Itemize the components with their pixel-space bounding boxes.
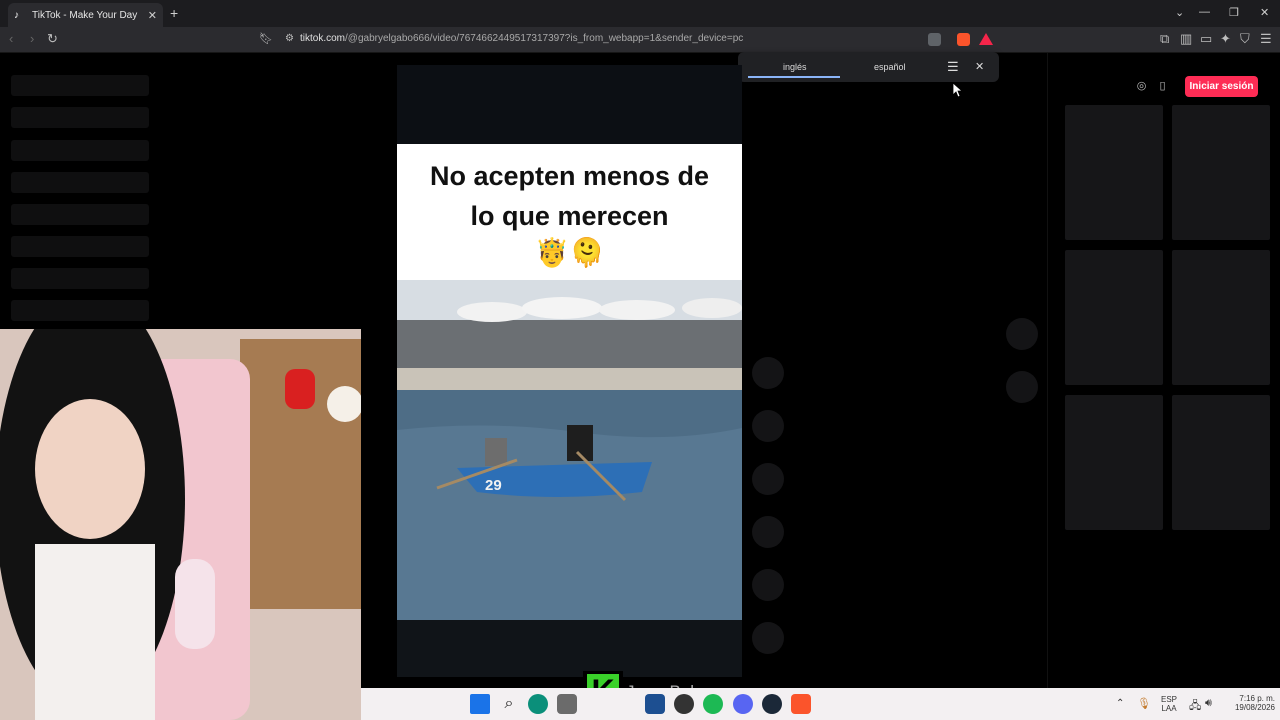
- language-indicator[interactable]: ESP LAA: [1161, 695, 1177, 713]
- video-frame: 29: [397, 280, 742, 677]
- caption-emoji: 🤴🫠: [534, 237, 605, 268]
- close-window-button[interactable]: ✕: [1260, 6, 1269, 19]
- site-info-icon[interactable]: ⚙: [285, 32, 294, 46]
- wallet-icon[interactable]: ▭: [1200, 32, 1212, 46]
- video-caption: No acepten menos de lo que merecen: [397, 156, 742, 236]
- action-placeholder: [752, 463, 784, 495]
- minimize-button[interactable]: —: [1199, 6, 1210, 18]
- back-icon[interactable]: ‹: [9, 32, 13, 46]
- brave-rewards-icon[interactable]: [979, 33, 993, 45]
- network-icon[interactable]: 🖧︎: [1189, 697, 1201, 716]
- browser-tab[interactable]: ♪ TikTok - Make Your Day ✕: [8, 3, 163, 27]
- nav-skeleton: [11, 75, 149, 96]
- bookmark-icon[interactable]: 🔖︎: [259, 32, 273, 46]
- menu-icon[interactable]: ☰: [1260, 32, 1272, 46]
- new-tab-button[interactable]: +: [170, 5, 178, 21]
- video-player[interactable]: No acepten menos de lo que merecen 🤴🫠 29: [397, 65, 742, 677]
- source-language-tab[interactable]: inglés: [783, 62, 807, 72]
- brave-shields-icon[interactable]: [957, 33, 970, 46]
- steam-icon[interactable]: [762, 694, 782, 714]
- url-host: tiktok.com: [300, 33, 346, 44]
- windows-taskbar: ⌕ ⌃ 🎙︎ ESP LAA 🖧︎ 🔊︎ 7:16 p. m. 19/08/20…: [361, 688, 1280, 720]
- app-icon[interactable]: [557, 694, 577, 714]
- caption-line: lo que merecen: [470, 201, 669, 231]
- reload-icon[interactable]: ↻: [47, 32, 58, 46]
- action-placeholder: [752, 410, 784, 442]
- tab-title: TikTok - Make Your Day: [32, 9, 138, 21]
- clock[interactable]: 7:16 p. m. 19/08/2026: [1223, 694, 1275, 712]
- tab-search-chevron-icon[interactable]: ⌄: [1175, 6, 1184, 19]
- action-placeholder: [752, 569, 784, 601]
- thumbnail-placeholder: [1065, 395, 1163, 530]
- compass-icon[interactable]: ◎: [1134, 79, 1149, 94]
- thumbnail-placeholder: [1172, 105, 1270, 240]
- video-caption-box: No acepten menos de lo que merecen 🤴🫠: [397, 144, 742, 280]
- language-layout: LAA: [1161, 704, 1177, 713]
- search-icon[interactable]: ⌕: [499, 694, 519, 714]
- tray-chevron-icon[interactable]: ⌃: [1116, 698, 1124, 709]
- login-button[interactable]: Iniciar sesión: [1185, 76, 1258, 97]
- webcam-overlay: [0, 329, 361, 720]
- nav-skeleton: [11, 140, 149, 161]
- brave-icon[interactable]: [791, 694, 811, 714]
- active-tab-underline: [748, 76, 840, 78]
- vpn-icon[interactable]: ⛉: [1240, 32, 1250, 46]
- nav-skeleton: [11, 204, 149, 225]
- mouse-cursor-icon: [953, 83, 963, 98]
- nav-skeleton: [11, 107, 149, 128]
- close-translate-icon[interactable]: ✕: [975, 60, 984, 73]
- nav-skeleton: [11, 172, 149, 193]
- clock-time: 7:16 p. m.: [1239, 694, 1275, 703]
- nav-skeleton: [11, 236, 149, 257]
- clock-date: 19/08/2026: [1234, 703, 1275, 712]
- obs-icon[interactable]: [674, 694, 694, 714]
- boat-number: 29: [485, 477, 502, 494]
- edge-icon[interactable]: [528, 694, 548, 714]
- thumbnail-placeholder: [1172, 250, 1270, 385]
- discord-icon[interactable]: [733, 694, 753, 714]
- thumbnail-placeholder: [1172, 395, 1270, 530]
- target-language-tab[interactable]: español: [874, 62, 906, 72]
- spotify-icon[interactable]: [703, 694, 723, 714]
- thumbnail-placeholder: [1065, 105, 1163, 240]
- volume-icon[interactable]: 🔊︎: [1205, 697, 1212, 710]
- tiktok-favicon-icon: ♪: [14, 9, 19, 21]
- language-code: ESP: [1161, 695, 1178, 704]
- start-button-icon[interactable]: [470, 694, 490, 714]
- nav-up-placeholder: [1006, 318, 1038, 350]
- translate-popup: inglés español ☰ ✕: [738, 52, 999, 82]
- address-bar[interactable]: tiktok.com/@gabryelgabo666/video/7674662…: [300, 33, 743, 44]
- caption-line: No acepten menos de: [429, 161, 710, 191]
- sidebar-icon[interactable]: ▥: [1180, 32, 1192, 46]
- url-path: /@gabryelgabo666/video/76746624495173173…: [345, 33, 744, 44]
- thumbnail-placeholder: [1065, 250, 1163, 385]
- store-icon[interactable]: [645, 694, 665, 714]
- microphone-icon[interactable]: 🎙︎: [1137, 697, 1151, 710]
- translate-icon[interactable]: [928, 33, 941, 46]
- leo-ai-icon[interactable]: ✦: [1220, 32, 1231, 46]
- column-divider: [1047, 53, 1048, 688]
- mobile-icon[interactable]: ▯: [1155, 79, 1170, 94]
- webcam-image: [0, 329, 361, 720]
- browser-toolbar: ‹ › ↻ 🔖︎ ⚙ tiktok.com/@gabryelgabo666/vi…: [0, 27, 1280, 53]
- nav-down-placeholder: [1006, 371, 1038, 403]
- maximize-button[interactable]: ❐: [1229, 6, 1239, 19]
- forward-icon[interactable]: ›: [30, 32, 34, 46]
- translate-options-icon[interactable]: ☰: [947, 59, 959, 75]
- browser-tab-bar: ♪ TikTok - Make Your Day ✕ + ⌄ — ❐ ✕: [0, 0, 1280, 27]
- action-placeholder: [752, 516, 784, 548]
- nav-skeleton: [11, 268, 149, 289]
- action-placeholder: [752, 357, 784, 389]
- action-placeholder: [752, 622, 784, 654]
- extensions-icon[interactable]: ⧉: [1160, 32, 1169, 46]
- close-tab-icon[interactable]: ✕: [148, 9, 157, 22]
- nav-skeleton: [11, 300, 149, 321]
